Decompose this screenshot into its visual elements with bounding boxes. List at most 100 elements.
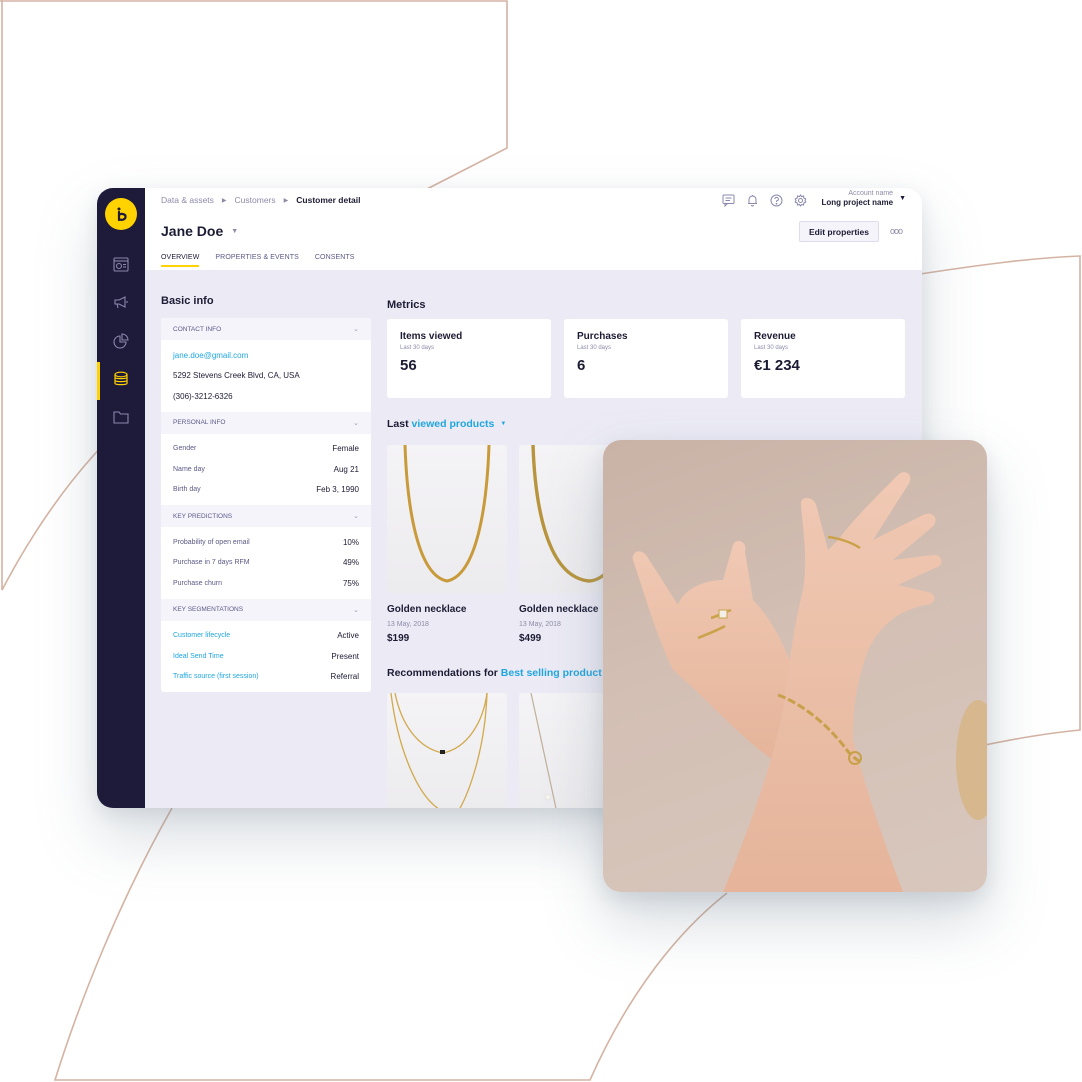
breadcrumb-current: Customer detail xyxy=(296,195,361,205)
product-card[interactable]: Golden necklace 13 May, 2018 $199 xyxy=(387,445,507,644)
account-switcher[interactable]: Account name Long project name ▼ xyxy=(822,190,907,208)
segmentation-link[interactable]: Ideal Send Time xyxy=(173,653,224,660)
help-icon[interactable] xyxy=(769,193,784,208)
recommendation-selector[interactable]: Best selling product xyxy=(501,667,602,679)
sidebar-item-data[interactable] xyxy=(97,362,145,400)
info-row: Birth day Feb 3, 1990 xyxy=(173,480,359,501)
tab-overview[interactable]: OVERVIEW xyxy=(161,254,200,267)
metric-period: Last 30 days xyxy=(400,345,435,351)
database-icon xyxy=(113,371,129,392)
title-prefix: Recommendations for xyxy=(387,667,498,679)
info-row: Ideal Send Time Present xyxy=(173,646,359,667)
basic-info-panel: CONTACT INFO ⌄ jane.doe@gmail.com 5292 S… xyxy=(161,318,371,692)
lifestyle-photo xyxy=(603,440,987,892)
sidebar-item-dashboard[interactable] xyxy=(97,248,145,286)
metric-value: 56 xyxy=(400,357,417,374)
personal-info-header[interactable]: PERSONAL INFO ⌄ xyxy=(161,411,371,434)
tab-properties-events[interactable]: PROPERTIES & EVENTS xyxy=(215,254,298,267)
info-key: Birth day xyxy=(173,486,201,494)
info-value: 75% xyxy=(342,578,359,588)
info-value: Female xyxy=(332,444,359,454)
info-row: Traffic source (first session) Referral xyxy=(173,667,359,688)
product-date: 13 May, 2018 xyxy=(387,621,429,628)
info-key: Purchase churn xyxy=(173,579,223,587)
title-prefix: Last xyxy=(387,418,409,430)
email-link[interactable]: jane.doe@gmail.com xyxy=(173,345,359,366)
metric-card-items-viewed: Items viewed Last 30 days 56 xyxy=(387,319,551,398)
chat-icon[interactable] xyxy=(721,193,736,208)
personal-info-body: Gender Female Name day Aug 21 Birth day Feb… xyxy=(161,434,371,506)
page-header: Data & assets ▶ Customers ▶ Customer det… xyxy=(145,188,922,270)
chevron-down-icon: ⌄ xyxy=(353,419,359,427)
info-key: Name day xyxy=(173,465,205,473)
info-value: 10% xyxy=(342,537,359,547)
segmentation-link[interactable]: Customer lifecycle xyxy=(173,632,230,639)
key-segmentations-body: Customer lifecycle Active Ideal Send Time… xyxy=(161,621,371,693)
info-value: Present xyxy=(331,651,359,661)
hands-jewelry-illustration xyxy=(632,472,987,892)
metric-value: 6 xyxy=(577,357,586,374)
key-predictions-header[interactable]: KEY PREDICTIONS ⌄ xyxy=(161,505,371,527)
info-row: Customer lifecycle Active xyxy=(173,626,359,647)
key-predictions-body: Probability of open email 10% Purchase in… xyxy=(161,527,371,599)
metric-period: Last 30 days xyxy=(754,345,789,351)
bloomreach-logo-icon[interactable] xyxy=(105,198,137,230)
megaphone-icon xyxy=(113,295,129,315)
info-value: Feb 3, 1990 xyxy=(316,485,359,495)
sidebar-item-campaigns[interactable] xyxy=(97,286,145,324)
folder-icon xyxy=(113,410,129,429)
sidebar-item-assets[interactable] xyxy=(97,400,145,438)
header-icons xyxy=(721,193,808,208)
phone: (306)-3212-6326 xyxy=(173,391,233,401)
product-price: $199 xyxy=(387,633,410,644)
info-value: Aug 21 xyxy=(333,464,359,474)
contact-info-header[interactable]: CONTACT INFO ⌄ xyxy=(161,318,371,340)
metric-title: Revenue xyxy=(754,331,796,342)
group-heading: KEY PREDICTIONS xyxy=(173,512,233,520)
customer-selector[interactable]: Jane Doe ▼ xyxy=(161,223,238,239)
account-name: Account name xyxy=(848,190,894,197)
breadcrumb-item[interactable]: Data & assets xyxy=(161,195,214,205)
page-title: Jane Doe xyxy=(161,223,224,239)
sidebar-item-analytics[interactable] xyxy=(97,324,145,362)
group-heading: PERSONAL INFO xyxy=(173,419,226,426)
chevron-down-icon[interactable]: ▼ xyxy=(500,421,506,427)
contact-info-body: jane.doe@gmail.com 5292 Stevens Creek Bl… xyxy=(161,340,371,412)
info-key: Gender xyxy=(173,445,197,453)
tab-consents[interactable]: CONSENTS xyxy=(315,254,355,267)
metric-value: €1 234 xyxy=(754,357,800,374)
breadcrumb-item[interactable]: Customers xyxy=(235,195,276,205)
edit-properties-button[interactable]: Edit properties xyxy=(799,221,879,242)
gear-icon[interactable] xyxy=(793,193,808,208)
segmentation-link[interactable]: Traffic source (first session) xyxy=(173,673,259,680)
info-value: 49% xyxy=(342,558,359,568)
key-segmentations-header[interactable]: KEY SEGMENTATIONS ⌄ xyxy=(161,598,371,621)
chevron-down-icon: ⌄ xyxy=(353,606,359,614)
sidebar xyxy=(97,188,145,808)
recommended-product-image[interactable] xyxy=(387,693,507,808)
recommendations-title: Recommendations for Best selling product xyxy=(387,667,602,679)
info-row: Purchase in 7 days RFM 49% xyxy=(173,553,359,574)
chevron-down-icon: ▼ xyxy=(899,194,906,202)
info-row: Purchase churn 75% xyxy=(173,573,359,594)
breadcrumb: Data & assets ▶ Customers ▶ Customer det… xyxy=(161,195,361,205)
product-name: Golden necklace xyxy=(387,604,467,615)
info-value: Active xyxy=(337,631,359,641)
bell-icon[interactable] xyxy=(745,193,760,208)
breadcrumb-separator-icon: ▶ xyxy=(221,197,227,204)
group-heading: CONTACT INFO xyxy=(173,325,222,333)
dashboard-icon xyxy=(113,257,129,277)
tab-bar: OVERVIEW PROPERTIES & EVENTS CONSENTS xyxy=(161,254,355,267)
basic-info-title: Basic info xyxy=(161,295,214,307)
product-image[interactable] xyxy=(387,445,507,593)
more-options-icon[interactable]: ooo xyxy=(890,226,903,236)
info-row: Probability of open email 10% xyxy=(173,532,359,553)
chevron-down-icon: ⌄ xyxy=(353,513,359,520)
metric-card-revenue: Revenue Last 30 days €1 234 xyxy=(741,319,905,398)
breadcrumb-separator-icon: ▶ xyxy=(283,197,289,204)
info-key: Probability of open email xyxy=(173,538,250,546)
info-key: Purchase in 7 days RFM xyxy=(173,559,250,567)
info-value: Referral xyxy=(330,672,359,682)
product-type-selector[interactable]: viewed products xyxy=(412,418,495,430)
info-row: Name day Aug 21 xyxy=(173,459,359,480)
